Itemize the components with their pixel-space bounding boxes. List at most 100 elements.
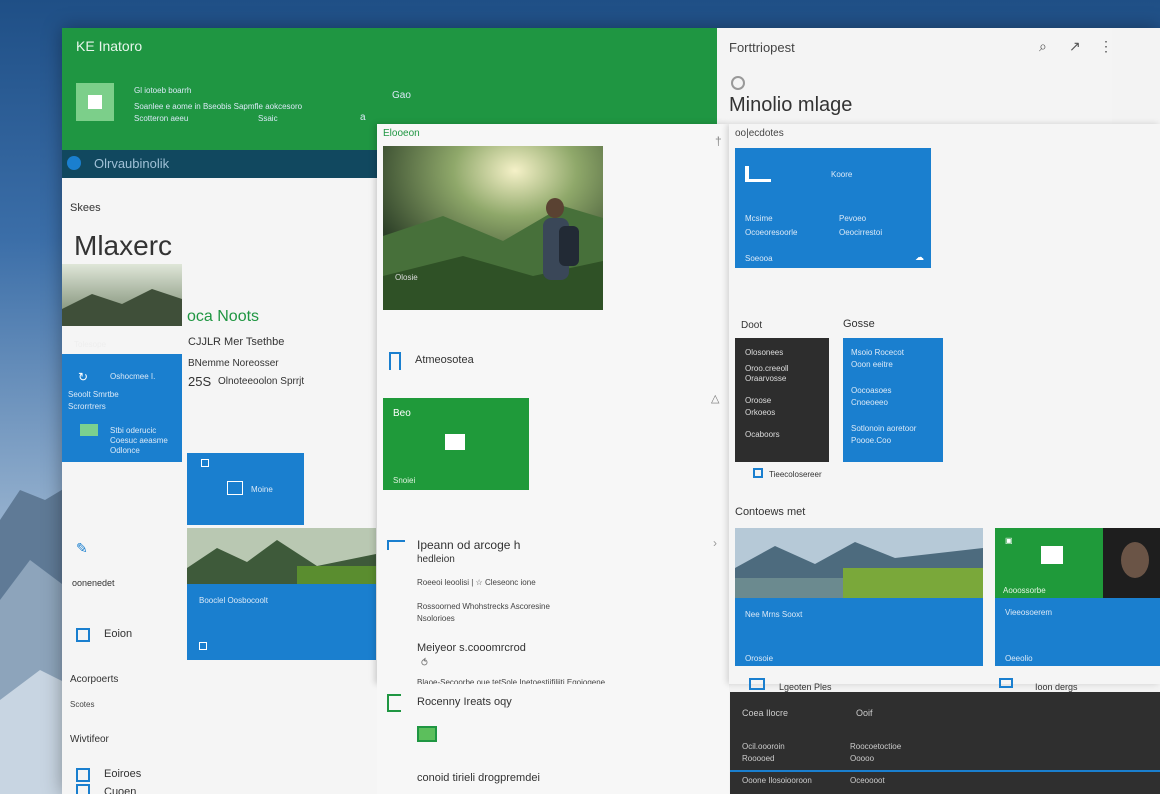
header-side-text: Gao — [392, 90, 411, 101]
right-blue-tile[interactable]: Koore Mcsime Ocoeoresoorle Pevoeo Oeocir… — [735, 148, 931, 268]
landscape-photo[interactable] — [735, 528, 983, 598]
bottom-center-panel: Rocenny Ireats oqy conoid tirieli drogpr… — [377, 684, 729, 794]
sidebar-header[interactable]: Olrvaubinolik — [62, 150, 377, 178]
radio-icon[interactable] — [731, 76, 745, 90]
right-green-sub2: Vieeosoerem — [1005, 608, 1052, 617]
sidebar-item6[interactable]: Cuoen — [104, 786, 136, 794]
right-green-tile[interactable]: ▣ Aooossorbe — [995, 528, 1103, 598]
right-green-tile-body[interactable]: Vieeosoerem Oeeolio — [995, 598, 1160, 666]
right-dark-l5: Orkoeos — [745, 408, 776, 417]
sidebar-photo-caption: Tolesope — [74, 340, 107, 349]
center-section-title: Ipeann od arcoge h — [417, 538, 521, 552]
label-doot: Doot — [741, 320, 763, 331]
search-icon[interactable]: ⌕ — [1039, 38, 1047, 55]
blue-tile-title: Oshocmee I. — [110, 372, 156, 381]
chart-icon — [745, 166, 771, 182]
landscape-caption: Nee Mrns Sooxt — [745, 610, 803, 619]
right-green-sub3: Oeeolio — [1005, 654, 1033, 663]
right-blue-l2: Ocoeoresoorle — [745, 228, 798, 237]
center-panel: Elooeon † Olosie Atmeosotea △ Beo Snoiei… — [377, 124, 729, 698]
center-green-tile-caption: Snoiei — [393, 476, 416, 485]
expand-icon[interactable]: › — [713, 536, 717, 550]
landscape-tile-body[interactable]: Nee Mrns Sooxt Orosoie — [735, 598, 983, 666]
center-bottom1: Rocenny Ireats oqy — [417, 696, 512, 708]
middle-line2: BNemme Noreosser — [188, 358, 279, 369]
right-foot-left[interactable]: Lgeoten Ples — [779, 682, 832, 692]
right-foot-right[interactable]: Ioon dergs — [1035, 682, 1078, 692]
sidebar-item4[interactable]: Wivtifeor — [70, 734, 109, 745]
sidebar-item1[interactable]: oonenedet — [72, 578, 115, 588]
sidebar-bar-label: Olrvaubinolik — [94, 156, 170, 171]
doc-icon — [389, 352, 401, 370]
header-line4: Ssaic — [258, 114, 278, 123]
pin-icon[interactable]: † — [715, 134, 722, 148]
center-sec-line3: Nsolorioes — [417, 614, 455, 623]
sidebar-toggle-icon[interactable] — [67, 156, 81, 170]
middle-line1: CJJLR Mer Tsethbe — [188, 336, 285, 348]
right-blue2-l5: Sotlonoin aoretoor — [851, 424, 917, 433]
sidebar-item2[interactable]: Eoion — [104, 628, 132, 640]
right-dark-l4: Oroose — [745, 396, 772, 405]
blue-tile-line4: Coesuc aeasme — [110, 436, 168, 445]
right-under-tile: Tieecolosereer — [769, 470, 822, 479]
dark-divider — [730, 770, 1160, 772]
right-blue2-l6: Poooe.Coo — [851, 436, 892, 445]
right-header-heading: Minolio mlage — [729, 94, 853, 116]
sidebar-item3[interactable]: Acorpoerts — [70, 674, 118, 685]
center-sec-line1: Roeeoi leoolisi | ☆ Cleseonc ione — [417, 578, 536, 587]
right-panel: oo|ecdotes Koore Mcsime Ocoeoresoorle Pe… — [729, 124, 1160, 692]
label-oosse: Gosse — [843, 318, 875, 330]
bottom-image-icon[interactable] — [417, 726, 437, 742]
blue-tile-line2: Scrorrtrers — [68, 402, 106, 411]
blue-tile-line3: Stbi oderucic — [110, 426, 157, 435]
sidebar-blue-tile[interactable]: ↻ Oshocmee I. Seoolt Smrtbe Scrorrtrers … — [62, 354, 182, 462]
portrait-photo[interactable] — [1103, 528, 1160, 598]
hero-photo-caption: Olosie — [395, 273, 418, 282]
middle-line3-num: 25S — [188, 374, 212, 389]
right-header: Forttriopest ⌕ ↗ ⋮ Minolio mlage — [717, 28, 1113, 126]
hero-photo[interactable]: Olosie — [383, 146, 603, 310]
sidebar-item6-icon — [76, 784, 90, 794]
right-section-title: Contoews met — [735, 506, 806, 518]
refresh-icon: ↻ — [78, 370, 89, 384]
app-title: KE Inatoro — [76, 38, 143, 54]
sidebar-section-label: Skees — [70, 202, 101, 214]
right-blue-head: Koore — [831, 170, 853, 179]
center-section-sub: hedleion — [417, 554, 455, 565]
sidebar-item3-sub: Scotes — [70, 700, 95, 709]
right-header-sub-label: oo|ecdotes — [735, 128, 784, 139]
app-window: KE Inatoro Gl iotoeb boarrh Soanlee e ao… — [62, 28, 1160, 794]
foot-left-icon — [749, 678, 765, 690]
center-sec-line2: Rossoorned Whohstrecks Ascoresine — [417, 602, 550, 611]
section-icon — [387, 540, 405, 550]
sidebar-item5[interactable]: Eoiroes — [104, 768, 141, 780]
app-logo-tile[interactable] — [76, 83, 114, 121]
bottom-dark-panel: Coea Ilocre Ooif Ocil.oooroin Rooooed Ro… — [730, 692, 1160, 794]
dark-l4: Rooooed — [742, 754, 775, 763]
tile-footer-icon — [753, 468, 763, 478]
center-row1-label[interactable]: Atmeosotea — [415, 354, 474, 366]
dark-l7: Ooone Ilosoiooroon — [742, 776, 812, 785]
middle-photo-tile[interactable] — [187, 528, 376, 584]
more-icon[interactable]: ⋮ — [1099, 38, 1113, 55]
sidebar-item5-icon — [76, 768, 90, 782]
right-blue-tile-2[interactable]: Msoio Rocecot Ooon eeitre Oocoasoes Cnoe… — [843, 338, 943, 462]
bell-icon[interactable]: △ — [711, 392, 719, 405]
middle-blue-tile[interactable]: Moine — [187, 453, 304, 525]
tile-image-icon — [80, 424, 98, 436]
middle-photo-tile-body[interactable]: Booclel Oosbocoolt — [187, 584, 376, 660]
header-line2: Soanlee e aome in Bseobis Sapmfle aokces… — [134, 102, 303, 111]
right-green-caption: Aooossorbe — [1003, 586, 1046, 595]
middle-blue-tile-label: Moine — [251, 485, 273, 494]
right-dark-l6: Ocaboors — [745, 430, 780, 439]
sidebar-photo[interactable] — [62, 264, 182, 326]
right-dark-tile[interactable]: Olosonees Oroo.creeoll Oraarvosse Oroose… — [735, 338, 829, 462]
pen-icon[interactable]: ✎ — [76, 540, 88, 557]
center-subtitle: Meiyeor s.cooomrcrod — [417, 642, 526, 654]
right-dark-l3: Oraarvosse — [745, 374, 787, 383]
center-green-tile[interactable]: Beo Snoiei — [383, 398, 529, 490]
foot-right-icon — [999, 678, 1013, 688]
right-blue2-l3: Oocoasoes — [851, 386, 892, 395]
pin-icon[interactable]: ↗ — [1069, 38, 1081, 55]
sidebar-big-title: Mlaxerc — [74, 230, 173, 261]
